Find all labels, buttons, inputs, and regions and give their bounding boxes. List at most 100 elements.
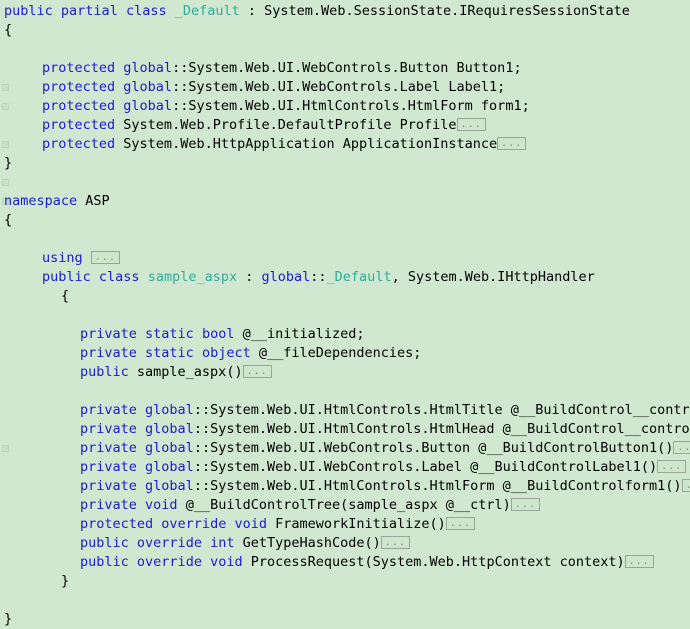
code-token [129, 535, 137, 551]
code-token: } [61, 573, 69, 589]
code-token: _Default [327, 269, 392, 285]
code-token: private [80, 402, 137, 418]
code-token [153, 516, 161, 532]
code-token: bool [202, 326, 235, 342]
code-token [226, 516, 234, 532]
code-token [53, 3, 61, 19]
code-token: global [145, 440, 194, 456]
code-token: global [262, 269, 311, 285]
code-token: System.Web.Profile.DefaultProfile Profil… [123, 117, 456, 133]
code-token: , System.Web.IHttpHandler [392, 269, 595, 285]
code-token: object [202, 345, 251, 361]
code-token: protected [42, 136, 115, 152]
code-line: protected global::System.Web.UI.WebContr… [42, 59, 522, 78]
collapse-marker-icon[interactable] [2, 103, 9, 110]
code-token [83, 250, 91, 266]
code-token: override [137, 535, 202, 551]
collapsed-region-box[interactable]: ... [682, 479, 690, 492]
code-token: protected [80, 516, 153, 532]
code-token: private [80, 497, 137, 513]
code-token: sample_aspx [148, 269, 237, 285]
collapse-marker-icon[interactable] [2, 84, 9, 91]
collapse-marker-icon[interactable] [2, 445, 9, 452]
code-token: static [145, 345, 194, 361]
code-token: { [4, 22, 12, 38]
code-token: using [42, 250, 83, 266]
code-token: private [80, 478, 137, 494]
code-token: protected [42, 60, 115, 76]
code-token [202, 554, 210, 570]
code-line: { [4, 211, 12, 230]
code-token: protected [42, 98, 115, 114]
collapsed-region-box[interactable]: ... [457, 118, 486, 131]
code-token [129, 554, 137, 570]
collapsed-region-box[interactable]: ... [91, 251, 120, 264]
collapsed-region-box[interactable]: ... [657, 460, 686, 473]
code-token [140, 269, 148, 285]
code-token: namespace [4, 193, 77, 209]
code-token: GetTypeHashCode() [234, 535, 380, 551]
code-token: :: [310, 269, 326, 285]
code-line: { [61, 287, 69, 306]
code-line: protected override void FrameworkInitial… [80, 515, 475, 534]
code-token: public [80, 364, 129, 380]
code-line: public partial class _Default : System.W… [4, 2, 630, 21]
code-token: global [145, 421, 194, 437]
code-line: public override void ProcessRequest(Syst… [80, 553, 654, 572]
code-token: @__initialized; [234, 326, 364, 342]
code-token: protected [42, 117, 115, 133]
code-token: static [145, 326, 194, 342]
collapsed-region-box[interactable]: ... [446, 517, 475, 530]
code-token: : [237, 269, 261, 285]
code-token: public [80, 535, 129, 551]
code-token [137, 478, 145, 494]
code-line: protected global::System.Web.UI.HtmlCont… [42, 97, 530, 116]
code-token: override [161, 516, 226, 532]
code-line: public class sample_aspx : global::_Defa… [42, 268, 595, 287]
collapse-marker-icon[interactable] [2, 141, 9, 148]
code-token: global [145, 459, 194, 475]
code-token [137, 459, 145, 475]
collapse-marker-icon[interactable] [2, 179, 9, 186]
collapsed-region-box[interactable]: ... [243, 365, 272, 378]
code-line: public sample_aspx()... [80, 363, 272, 382]
code-token [137, 421, 145, 437]
code-token: ::System.Web.UI.WebControls.Button Butto… [172, 60, 522, 76]
code-line: private global::System.Web.UI.HtmlContro… [80, 477, 690, 496]
code-token: } [4, 155, 12, 171]
code-token: global [123, 79, 172, 95]
collapse-gutter[interactable] [0, 0, 10, 500]
code-token [137, 402, 145, 418]
code-token: private [80, 421, 137, 437]
code-token: private [80, 345, 137, 361]
code-token: { [61, 288, 69, 304]
code-line: private global::System.Web.UI.HtmlContro… [80, 420, 690, 439]
code-token: global [123, 60, 172, 76]
code-token: global [145, 478, 194, 494]
code-token [194, 326, 202, 342]
code-token: public [4, 3, 53, 19]
code-token: _Default [175, 3, 240, 19]
collapsed-region-box[interactable]: ... [381, 536, 410, 549]
code-line: private global::System.Web.UI.HtmlContro… [80, 401, 690, 420]
code-line: public override int GetTypeHashCode()... [80, 534, 410, 553]
collapsed-region-box[interactable]: ... [497, 137, 526, 150]
code-editor-pane[interactable]: public partial class _Default : System.W… [0, 0, 690, 500]
code-token [91, 269, 99, 285]
code-token: ::System.Web.UI.WebControls.Label @__Bui… [194, 459, 657, 475]
collapsed-region-box[interactable]: ... [625, 555, 654, 568]
code-token: ::System.Web.UI.HtmlControls.HtmlForm fo… [172, 98, 530, 114]
code-token [118, 3, 126, 19]
code-token: ASP [77, 193, 110, 209]
code-token: ::System.Web.UI.WebControls.Button @__Bu… [194, 440, 674, 456]
code-line: } [4, 610, 12, 629]
code-token: public [42, 269, 91, 285]
collapsed-region-box[interactable]: ... [673, 441, 690, 454]
code-line: } [4, 154, 12, 173]
code-line: protected System.Web.Profile.DefaultProf… [42, 116, 486, 135]
code-token: } [4, 611, 12, 627]
code-line: using ... [42, 249, 120, 268]
code-token [137, 345, 145, 361]
code-token: ::System.Web.UI.HtmlControls.HtmlForm @_… [194, 478, 682, 494]
code-token [202, 535, 210, 551]
